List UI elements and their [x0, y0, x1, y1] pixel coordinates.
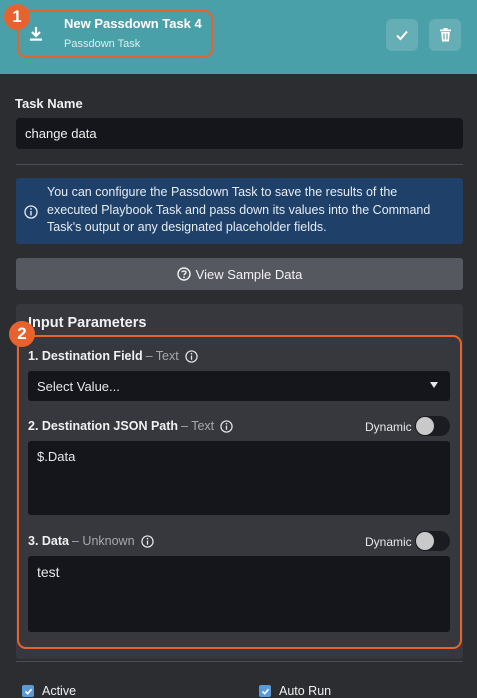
- info-text: You can configure the Passdown Task to s…: [47, 185, 431, 234]
- chevron-down-icon: [430, 382, 438, 388]
- field-type: – Text: [181, 419, 215, 433]
- field-label-text: 1. Destination Field: [28, 349, 143, 363]
- active-checkbox[interactable]: [22, 685, 34, 697]
- dynamic-label: Dynamic: [365, 535, 412, 549]
- check-icon: [261, 688, 269, 695]
- dynamic-toggle[interactable]: [415, 531, 450, 551]
- field-type: – Text: [145, 349, 179, 363]
- task-name-input[interactable]: [16, 118, 463, 149]
- delete-button[interactable]: [429, 19, 461, 51]
- dynamic-label: Dynamic: [365, 420, 412, 434]
- check-icon: [396, 30, 408, 41]
- view-sample-data-label: View Sample Data: [195, 266, 303, 282]
- field-label-text: 3. Data: [28, 534, 69, 548]
- destination-field-label: 1. Destination Field – Text: [28, 349, 198, 363]
- auto-run-label: Auto Run: [279, 684, 332, 698]
- data-field-label: 3. Data – Unknown: [28, 534, 154, 548]
- task-name-label: Task Name: [15, 96, 83, 111]
- trash-icon: [439, 28, 451, 42]
- confirm-button[interactable]: [386, 19, 418, 51]
- field-type: – Unknown: [72, 534, 135, 548]
- divider: [16, 661, 463, 662]
- active-label: Active: [42, 684, 77, 698]
- destination-json-path-label: 2. Destination JSON Path – Text: [28, 419, 233, 433]
- auto-run-checkbox[interactable]: [259, 685, 271, 697]
- destination-field-value: Select Value...: [37, 379, 120, 394]
- toggle-knob: [416, 417, 434, 435]
- view-sample-data-button[interactable]: View Sample Data: [16, 258, 463, 290]
- question-circle-icon: [176, 267, 191, 281]
- info-icon[interactable]: [185, 349, 198, 363]
- dynamic-toggle[interactable]: [415, 416, 450, 436]
- task-type: Passdown Task: [64, 38, 141, 50]
- json-path-textarea[interactable]: $.Data: [28, 441, 450, 515]
- toggle-knob: [416, 532, 434, 550]
- info-icon[interactable]: [140, 534, 154, 548]
- divider: [16, 164, 463, 165]
- field-label-text: 2. Destination JSON Path: [28, 419, 179, 433]
- download-icon: [30, 27, 42, 41]
- data-textarea[interactable]: test: [28, 556, 450, 632]
- annotation-badge-2: 2: [9, 321, 35, 347]
- input-parameters-title: Input Parameters: [28, 315, 147, 331]
- info-icon: [24, 205, 38, 219]
- annotation-badge-1: 1: [4, 4, 30, 30]
- task-title[interactable]: New Passdown Task 4: [64, 16, 202, 31]
- check-icon: [24, 688, 32, 695]
- info-icon[interactable]: [220, 419, 233, 433]
